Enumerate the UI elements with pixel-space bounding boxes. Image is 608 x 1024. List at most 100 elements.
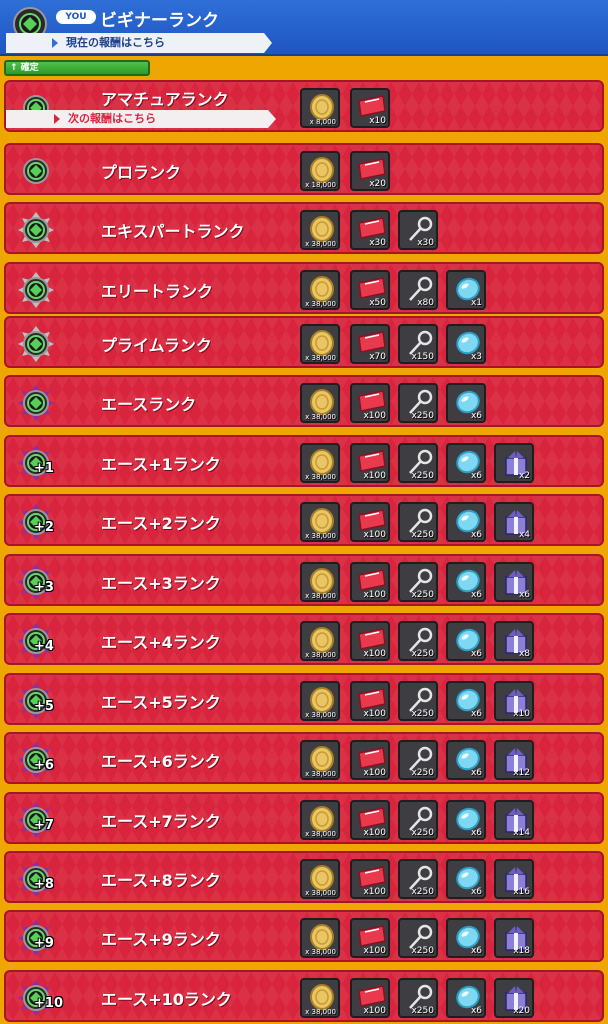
reward-item-key[interactable]: x250 bbox=[398, 800, 438, 840]
reward-item-key[interactable]: x250 bbox=[398, 859, 438, 899]
reward-item-coin[interactable]: x 38,000 bbox=[300, 562, 340, 602]
reward-quantity: x 38,000 bbox=[305, 1008, 336, 1016]
reward-item-gem[interactable]: x6 bbox=[446, 681, 486, 721]
reward-item-key[interactable]: x250 bbox=[398, 918, 438, 958]
next-reward-link[interactable]: 次の報酬はこちら bbox=[6, 110, 276, 128]
reward-quantity: x100 bbox=[363, 768, 386, 778]
reward-item-gift[interactable]: x14 bbox=[494, 800, 534, 840]
rank-row[interactable]: プロランク x 18,000 x20 bbox=[4, 143, 604, 195]
rank-plus-badge: +3 bbox=[34, 580, 54, 595]
current-reward-link[interactable]: 現在の報酬はこちら bbox=[6, 33, 272, 53]
rank-row[interactable]: エキスパートランク x 38,000 x30 x30 bbox=[4, 202, 604, 254]
reward-quantity: x30 bbox=[417, 238, 434, 248]
rank-row[interactable]: +7 エース+7ランク x 38,000 x100 x250 x6 x14 bbox=[4, 792, 604, 844]
reward-quantity: x50 bbox=[369, 298, 386, 308]
rank-row[interactable]: エリートランク x 38,000 x50 x80 x1 bbox=[4, 262, 604, 314]
reward-item-key[interactable]: x250 bbox=[398, 383, 438, 423]
reward-item-key[interactable]: x250 bbox=[398, 621, 438, 661]
reward-item-key[interactable]: x250 bbox=[398, 562, 438, 602]
reward-item-gem[interactable]: x6 bbox=[446, 621, 486, 661]
rank-name: エース+3ランク bbox=[101, 574, 221, 593]
reward-item-gift[interactable]: x10 bbox=[494, 681, 534, 721]
reward-item-gem[interactable]: x1 bbox=[446, 270, 486, 310]
reward-item-coin[interactable]: x 8,000 bbox=[300, 88, 340, 128]
reward-item-ticket[interactable]: x100 bbox=[350, 681, 390, 721]
reward-item-ticket[interactable]: x100 bbox=[350, 859, 390, 899]
rank-row[interactable]: +6 エース+6ランク x 38,000 x100 x250 x6 x12 bbox=[4, 732, 604, 784]
reward-item-gem[interactable]: x6 bbox=[446, 502, 486, 542]
reward-item-gift[interactable]: x20 bbox=[494, 978, 534, 1018]
reward-item-ticket[interactable]: x70 bbox=[350, 324, 390, 364]
reward-item-coin[interactable]: x 38,000 bbox=[300, 681, 340, 721]
rank-row[interactable]: +10 エース+10ランク x 38,000 x100 x250 x6 x20 bbox=[4, 970, 604, 1022]
reward-item-key[interactable]: x250 bbox=[398, 681, 438, 721]
reward-item-ticket[interactable]: x100 bbox=[350, 800, 390, 840]
rank-row[interactable]: +3 エース+3ランク x 38,000 x100 x250 x6 x6 bbox=[4, 554, 604, 606]
rank-row[interactable]: +5 エース+5ランク x 38,000 x100 x250 x6 x10 bbox=[4, 673, 604, 725]
reward-item-key[interactable]: x30 bbox=[398, 210, 438, 250]
reward-item-coin[interactable]: x 38,000 bbox=[300, 502, 340, 542]
reward-item-key[interactable]: x80 bbox=[398, 270, 438, 310]
reward-item-gift[interactable]: x4 bbox=[494, 502, 534, 542]
reward-quantity: x6 bbox=[470, 768, 482, 778]
reward-item-coin[interactable]: x 38,000 bbox=[300, 210, 340, 250]
reward-item-coin[interactable]: x 38,000 bbox=[300, 859, 340, 899]
rank-row[interactable]: +9 エース+9ランク x 38,000 x100 x250 x6 x18 bbox=[4, 910, 604, 962]
reward-item-gem[interactable]: x6 bbox=[446, 859, 486, 899]
reward-item-gem[interactable]: x6 bbox=[446, 740, 486, 780]
reward-item-coin[interactable]: x 38,000 bbox=[300, 978, 340, 1018]
reward-item-gift[interactable]: x12 bbox=[494, 740, 534, 780]
rank-plus-badge: +5 bbox=[34, 699, 54, 714]
reward-item-gift[interactable]: x2 bbox=[494, 443, 534, 483]
rank-row[interactable]: アマチュアランク 次の報酬はこちら x 8,000 x10 bbox=[4, 80, 604, 132]
reward-quantity: x250 bbox=[411, 768, 434, 778]
reward-item-key[interactable]: x250 bbox=[398, 443, 438, 483]
reward-item-coin[interactable]: x 38,000 bbox=[300, 443, 340, 483]
reward-item-ticket[interactable]: x100 bbox=[350, 740, 390, 780]
reward-item-coin[interactable]: x 38,000 bbox=[300, 621, 340, 661]
reward-item-coin[interactable]: x 38,000 bbox=[300, 918, 340, 958]
rank-row[interactable]: +2 エース+2ランク x 38,000 x100 x250 x6 x4 bbox=[4, 494, 604, 546]
reward-item-key[interactable]: x250 bbox=[398, 978, 438, 1018]
rank-row[interactable]: +1 エース+1ランク x 38,000 x100 x250 x6 x2 bbox=[4, 435, 604, 487]
reward-quantity: x30 bbox=[369, 238, 386, 248]
reward-item-key[interactable]: x250 bbox=[398, 740, 438, 780]
reward-item-ticket[interactable]: x30 bbox=[350, 210, 390, 250]
rank-row[interactable]: +4 エース+4ランク x 38,000 x100 x250 x6 x8 bbox=[4, 613, 604, 665]
next-reward-label: 次の報酬はこちら bbox=[68, 112, 156, 125]
reward-item-gift[interactable]: x6 bbox=[494, 562, 534, 602]
reward-item-gem[interactable]: x3 bbox=[446, 324, 486, 364]
reward-quantity: x100 bbox=[363, 1006, 386, 1016]
reward-item-ticket[interactable]: x10 bbox=[350, 88, 390, 128]
reward-item-ticket[interactable]: x100 bbox=[350, 443, 390, 483]
reward-item-key[interactable]: x250 bbox=[398, 502, 438, 542]
reward-item-ticket[interactable]: x100 bbox=[350, 562, 390, 602]
reward-item-gem[interactable]: x6 bbox=[446, 562, 486, 602]
reward-item-gem[interactable]: x6 bbox=[446, 800, 486, 840]
reward-item-ticket[interactable]: x100 bbox=[350, 383, 390, 423]
reward-item-coin[interactable]: x 38,000 bbox=[300, 324, 340, 364]
reward-item-gift[interactable]: x18 bbox=[494, 918, 534, 958]
reward-item-coin[interactable]: x 38,000 bbox=[300, 740, 340, 780]
rank-row[interactable]: +8 エース+8ランク x 38,000 x100 x250 x6 x16 bbox=[4, 851, 604, 903]
reward-item-ticket[interactable]: x100 bbox=[350, 918, 390, 958]
reward-item-gem[interactable]: x6 bbox=[446, 443, 486, 483]
reward-item-ticket[interactable]: x50 bbox=[350, 270, 390, 310]
reward-item-coin[interactable]: x 38,000 bbox=[300, 270, 340, 310]
reward-item-coin[interactable]: x 18,000 bbox=[300, 151, 340, 191]
reward-item-ticket[interactable]: x100 bbox=[350, 621, 390, 661]
reward-item-ticket[interactable]: x20 bbox=[350, 151, 390, 191]
reward-item-gem[interactable]: x6 bbox=[446, 978, 486, 1018]
reward-item-gem[interactable]: x6 bbox=[446, 383, 486, 423]
reward-quantity: x 38,000 bbox=[305, 830, 336, 838]
rank-row[interactable]: エースランク x 38,000 x100 x250 x6 bbox=[4, 375, 604, 427]
reward-item-gem[interactable]: x6 bbox=[446, 918, 486, 958]
reward-item-gift[interactable]: x16 bbox=[494, 859, 534, 899]
rank-row[interactable]: プライムランク x 38,000 x70 x150 x3 bbox=[4, 316, 604, 368]
reward-item-ticket[interactable]: x100 bbox=[350, 978, 390, 1018]
reward-item-ticket[interactable]: x100 bbox=[350, 502, 390, 542]
reward-item-key[interactable]: x150 bbox=[398, 324, 438, 364]
reward-item-coin[interactable]: x 38,000 bbox=[300, 800, 340, 840]
reward-item-coin[interactable]: x 38,000 bbox=[300, 383, 340, 423]
reward-item-gift[interactable]: x8 bbox=[494, 621, 534, 661]
